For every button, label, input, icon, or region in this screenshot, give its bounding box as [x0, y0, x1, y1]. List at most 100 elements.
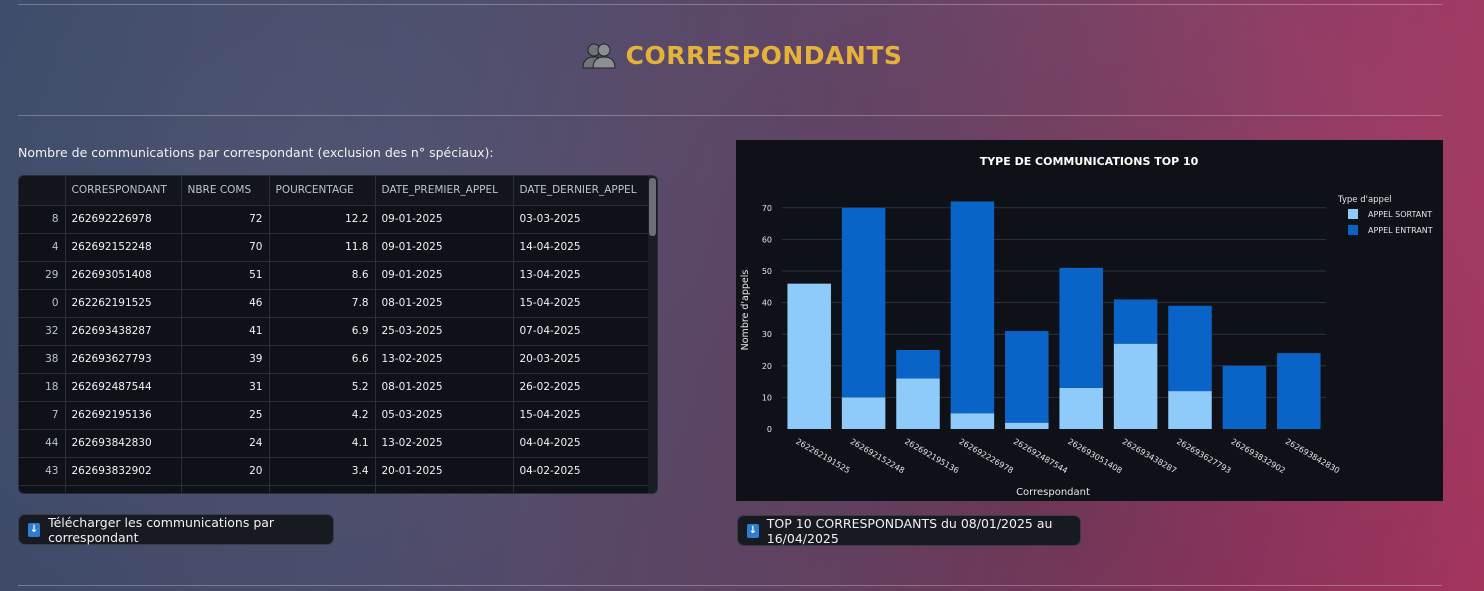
table-scrollbar[interactable]	[648, 176, 657, 493]
table-cell[interactable]: 262693842830	[65, 429, 182, 458]
table-cell[interactable]	[269, 485, 376, 493]
table-cell[interactable]: 3.4	[269, 457, 376, 486]
table-cell[interactable]: 09-01-2025	[375, 205, 514, 234]
table-cell[interactable]	[375, 485, 514, 493]
table-cell[interactable]: 6.9	[269, 317, 376, 346]
y-tick-label: 60	[762, 235, 772, 244]
table-cell[interactable]: 262692226978	[65, 205, 182, 234]
table-cell[interactable]: 29	[19, 261, 66, 290]
table-cell[interactable]: 43	[19, 457, 66, 486]
table-cell[interactable]: 13-04-2025	[513, 261, 651, 290]
download-communications-button[interactable]: ↓ Télécharger les communications par cor…	[18, 514, 334, 545]
table-cell[interactable]: 13-02-2025	[375, 345, 514, 374]
table-cell[interactable]: 51	[181, 261, 270, 290]
table-cell[interactable]: 262693627793	[65, 345, 182, 374]
column-header-correspondant[interactable]: CORRESPONDANT	[65, 176, 182, 206]
table-cell[interactable]: 4.2	[269, 401, 376, 430]
table-row[interactable]: 8 262692226978 72 12.2 09-01-2025 03-03-2025	[19, 205, 651, 234]
table-cell[interactable]: 11.8	[269, 233, 376, 262]
table-cell[interactable]: 08-01-2025	[375, 289, 514, 318]
table-cell[interactable]: 04-04-2025	[513, 429, 651, 458]
table-row[interactable]: 0 262262191525 46 7.8 08-01-2025 15-04-2025	[19, 289, 651, 318]
bar-appel-entrant	[841, 207, 886, 398]
table-row[interactable]: 18 262692487544 31 5.2 08-01-2025 26-02-2025	[19, 373, 651, 402]
table-cell[interactable]: 5.2	[269, 373, 376, 402]
table-cell[interactable]: 15-04-2025	[513, 289, 651, 318]
bar-appel-entrant	[1059, 267, 1103, 388]
table-cell[interactable]: 8	[19, 205, 66, 234]
table-cell[interactable]: 15-04-2025	[513, 401, 651, 430]
table-cell[interactable]: 09-01-2025	[375, 233, 514, 262]
table-cell[interactable]: 12.2	[269, 205, 376, 234]
table-cell[interactable]: 8.6	[269, 261, 376, 290]
table-cell[interactable]: 262692152248	[65, 233, 182, 262]
legend-swatch	[1348, 209, 1358, 219]
table-cell[interactable]: 20-01-2025	[375, 457, 514, 486]
bar-appel-entrant	[1168, 305, 1212, 392]
table-cell[interactable]: 4.1	[269, 429, 376, 458]
table-cell[interactable]: 38	[19, 345, 66, 374]
download-top10-button[interactable]: ↓ TOP 10 CORRESPONDANTS du 08/01/2025 au…	[737, 515, 1081, 546]
table-cell[interactable]: 32	[19, 317, 66, 346]
column-header-date-dernier-appel[interactable]: DATE_DERNIER_APPEL	[513, 176, 651, 206]
table-cell[interactable]: 262693832902	[65, 457, 182, 486]
x-tick-label: 262692226978	[957, 437, 1014, 475]
table-cell[interactable]: 07-04-2025	[513, 317, 651, 346]
table-cell[interactable]: 262693051408	[65, 261, 182, 290]
table-cell[interactable]: 20	[181, 457, 270, 486]
table-cell[interactable]	[65, 485, 182, 493]
column-header-nbre-coms[interactable]: NBRE COMS	[181, 176, 270, 206]
table-row[interactable]	[19, 485, 651, 493]
table-cell[interactable]: 26-02-2025	[513, 373, 651, 402]
table-cell[interactable]: 70	[181, 233, 270, 262]
table-cell[interactable]: 4	[19, 233, 66, 262]
table-cell[interactable]: 09-01-2025	[375, 261, 514, 290]
table-cell[interactable]: 6.6	[269, 345, 376, 374]
table-cell[interactable]: 72	[181, 205, 270, 234]
table-cell[interactable]	[181, 485, 270, 493]
table-cell[interactable]: 262693438287	[65, 317, 182, 346]
table-cell[interactable]	[19, 485, 66, 493]
table-cell[interactable]: 20-03-2025	[513, 345, 651, 374]
table-cell[interactable]: 13-02-2025	[375, 429, 514, 458]
table-cell[interactable]: 25	[181, 401, 270, 430]
table-row[interactable]: 44 262693842830 24 4.1 13-02-2025 04-04-2025	[19, 429, 651, 458]
table-caption: Nombre de communications par corresponda…	[18, 145, 494, 160]
table-cell[interactable]: 46	[181, 289, 270, 318]
table-cell[interactable]: 7.8	[269, 289, 376, 318]
y-tick-label: 0	[767, 425, 772, 434]
correspondents-table[interactable]: CORRESPONDANT NBRE COMS POURCENTAGE DATE…	[18, 175, 658, 494]
table-cell[interactable]: 262692195136	[65, 401, 182, 430]
table-cell[interactable]: 08-01-2025	[375, 373, 514, 402]
column-header-date-premier-appel[interactable]: DATE_PREMIER_APPEL	[375, 176, 514, 206]
table-cell[interactable]: 7	[19, 401, 66, 430]
table-cell[interactable]: 14-04-2025	[513, 233, 651, 262]
table-cell[interactable]: 41	[181, 317, 270, 346]
table-row[interactable]: 7 262692195136 25 4.2 05-03-2025 15-04-2025	[19, 401, 651, 430]
table-cell[interactable]: 25-03-2025	[375, 317, 514, 346]
y-tick-label: 30	[762, 330, 772, 339]
table-cell[interactable]: 0	[19, 289, 66, 318]
table-cell[interactable]: 44	[19, 429, 66, 458]
table-row[interactable]: 43 262693832902 20 3.4 20-01-2025 04-02-2025	[19, 457, 651, 486]
table-cell[interactable]: 24	[181, 429, 270, 458]
table-row[interactable]: 38 262693627793 39 6.6 13-02-2025 20-03-2025	[19, 345, 651, 374]
table-cell[interactable]: 39	[181, 345, 270, 374]
table-cell[interactable]: 31	[181, 373, 270, 402]
table-row[interactable]: 4 262692152248 70 11.8 09-01-2025 14-04-2025	[19, 233, 651, 262]
table-row[interactable]: 32 262693438287 41 6.9 25-03-2025 07-04-2025	[19, 317, 651, 346]
table-cell[interactable]	[513, 485, 651, 493]
column-header-index[interactable]	[19, 176, 66, 206]
table-cell[interactable]: 04-02-2025	[513, 457, 651, 486]
table-cell[interactable]: 262262191525	[65, 289, 182, 318]
table-cell[interactable]: 262692487544	[65, 373, 182, 402]
table-scrollbar-thumb[interactable]	[649, 178, 656, 236]
x-tick-label: 262693438287	[1121, 437, 1178, 475]
table-cell[interactable]: 05-03-2025	[375, 401, 514, 430]
y-tick-label: 70	[762, 204, 772, 213]
column-header-pourcentage[interactable]: POURCENTAGE	[269, 176, 376, 206]
table-row[interactable]: 29 262693051408 51 8.6 09-01-2025 13-04-2025	[19, 261, 651, 290]
table-cell[interactable]: 18	[19, 373, 66, 402]
page-header: CORRESPONDANTS	[0, 40, 1484, 70]
table-cell[interactable]: 03-03-2025	[513, 205, 651, 234]
